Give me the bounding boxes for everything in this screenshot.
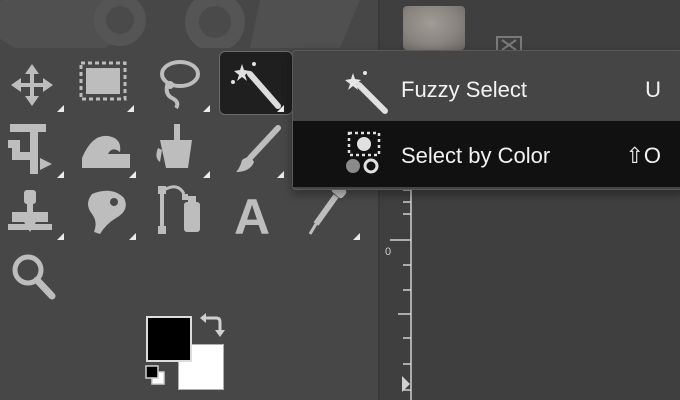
tool-group-indicator: [57, 233, 64, 240]
select-by-color-icon: [346, 131, 381, 174]
tool-group-indicator: [127, 105, 134, 112]
tool-group-indicator: [57, 171, 64, 178]
text-tool-button[interactable]: A: [220, 180, 290, 244]
fuzzy-select-tool-button[interactable]: [220, 52, 290, 116]
menu-item-fuzzy-select[interactable]: Fuzzy Select U: [293, 55, 680, 121]
tool-group-indicator: [277, 105, 284, 112]
foreground-color-swatch[interactable]: [146, 316, 192, 362]
paths-icon: [158, 185, 200, 234]
clone-tool-button[interactable]: [0, 180, 70, 244]
default-colors-icon[interactable]: [144, 364, 166, 386]
zoom-icon: [12, 254, 56, 300]
text-icon: A: [234, 189, 270, 244]
swap-colors-icon[interactable]: [198, 312, 226, 340]
crop-tool-button[interactable]: [0, 118, 70, 182]
magic-wand-icon: [345, 71, 388, 114]
rect-select-tool-button[interactable]: [70, 52, 140, 116]
tool-group-indicator: [203, 105, 210, 112]
warp-tool-button[interactable]: [72, 118, 142, 182]
wilber-artwork: [0, 0, 360, 48]
tool-group-indicator: [277, 171, 284, 178]
smudge-tool-button[interactable]: [72, 180, 142, 244]
free-select-tool-button[interactable]: [146, 52, 216, 116]
paths-tool-button[interactable]: [148, 180, 218, 244]
menu-item-label: Fuzzy Select: [401, 77, 527, 102]
menu-item-shortcut: U: [645, 77, 661, 102]
tool-group-indicator: [129, 171, 136, 178]
tool-group-indicator: [203, 171, 210, 178]
menu-item-shortcut: ⇧O: [625, 143, 661, 168]
paintbrush-tool-button[interactable]: [220, 118, 290, 182]
move-tool-button[interactable]: [0, 52, 70, 116]
ruler-label: 0: [385, 246, 392, 258]
tool-group-indicator: [353, 233, 360, 240]
image-preview-thumbnail: [403, 6, 465, 50]
tool-group-indicator: [129, 233, 136, 240]
menu-item-select-by-color[interactable]: Select by Color ⇧O: [293, 121, 680, 187]
vertical-ruler: [390, 180, 412, 400]
tool-group-indicator: [57, 105, 64, 112]
tool-group-popup-menu: Fuzzy Select U Select by Color ⇧O: [292, 50, 680, 190]
zoom-tool-button[interactable]: [0, 246, 70, 310]
bucket-fill-tool-button[interactable]: [146, 118, 216, 182]
menu-item-label: Select by Color: [401, 143, 551, 168]
